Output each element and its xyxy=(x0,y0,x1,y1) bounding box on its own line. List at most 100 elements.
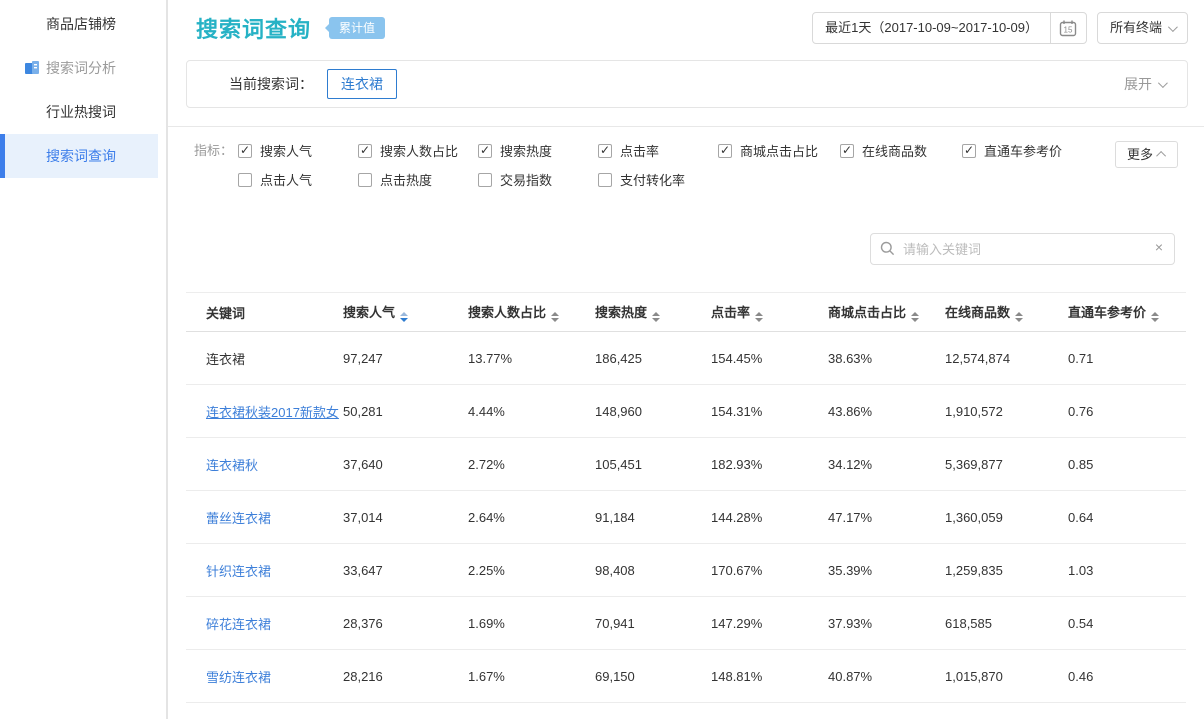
table-row: 针织连衣裙 33,647 2.25% 98,408 170.67% 35.39%… xyxy=(186,544,1186,597)
sidebar-item-search-word-analysis[interactable]: 搜索词分析 xyxy=(0,46,158,90)
checkbox-checked-icon[interactable] xyxy=(840,144,854,158)
metric-checkbox-searcher-ratio[interactable]: 搜索人数占比 xyxy=(358,141,478,160)
sidebar-item-label: 行业热搜词 xyxy=(46,104,116,120)
date-range-picker[interactable]: 最近1天（2017-10-09~2017-10-09） 15 xyxy=(812,12,1087,44)
keyword-link[interactable]: 碎花连衣裙 xyxy=(206,617,271,632)
expand-button[interactable]: 展开 xyxy=(1124,74,1165,94)
top-controls: 最近1天（2017-10-09~2017-10-09） 15 所有终端 xyxy=(812,12,1188,44)
metrics-rows: 搜索人气 搜索人数占比 搜索热度 点击率 xyxy=(238,141,1188,199)
checkbox-checked-icon[interactable] xyxy=(962,144,976,158)
sort-icon[interactable] xyxy=(400,312,408,322)
metrics-label: 指标： xyxy=(194,141,238,199)
keyword-link[interactable]: 连衣裙秋 xyxy=(206,458,258,473)
keyword-link[interactable]: 雪纺连衣裙 xyxy=(206,670,271,685)
cell-mall-click-ratio: 38.63% xyxy=(828,332,945,385)
metrics-row-1: 搜索人气 搜索人数占比 搜索热度 点击率 xyxy=(238,141,1188,160)
column-header-ztc-ref-price[interactable]: 直通车参考价 xyxy=(1068,293,1186,332)
cell-click-rate: 154.31% xyxy=(711,385,828,438)
cell-click-rate: 154.45% xyxy=(711,332,828,385)
cell-ztc-ref-price: 0.54 xyxy=(1068,597,1186,650)
column-header-search-popularity[interactable]: 搜索人气 xyxy=(343,293,468,332)
sidebar-item-search-word-query[interactable]: 搜索词查询 xyxy=(0,134,158,178)
sort-icon[interactable] xyxy=(652,312,660,322)
checkbox-checked-icon[interactable] xyxy=(238,144,252,158)
cell-ztc-ref-price: 0.85 xyxy=(1068,438,1186,491)
terminal-select[interactable]: 所有终端 xyxy=(1097,12,1188,44)
sort-icon[interactable] xyxy=(755,312,763,322)
column-header-online-products[interactable]: 在线商品数 xyxy=(945,293,1068,332)
cell-searcher-ratio: 1.67% xyxy=(468,650,595,703)
keyword-search-input[interactable] xyxy=(870,233,1175,265)
current-term-chip[interactable]: 连衣裙 xyxy=(327,69,397,99)
sidebar-item-label: 搜索词查询 xyxy=(46,148,116,164)
sort-icon[interactable] xyxy=(1015,312,1023,322)
table-header-row: 关键词 搜索人气 搜索人数占比 搜索热度 点击率 商城点击占 xyxy=(186,293,1186,332)
cell-ztc-ref-price: 1.03 xyxy=(1068,544,1186,597)
metric-checkbox-search-popularity[interactable]: 搜索人气 xyxy=(238,141,358,160)
sidebar-item-industry-hot-words[interactable]: 行业热搜词 xyxy=(0,90,158,134)
cell-online-products: 618,585 xyxy=(945,597,1068,650)
column-header-click-rate[interactable]: 点击率 xyxy=(711,293,828,332)
metric-checkbox-mall-click-ratio[interactable]: 商城点击占比 xyxy=(718,141,840,160)
sidebar-divider xyxy=(158,0,168,719)
checkbox-checked-icon[interactable] xyxy=(478,144,492,158)
calendar-icon[interactable]: 15 xyxy=(1050,13,1086,43)
cell-ztc-ref-price: 0.46 xyxy=(1068,650,1186,703)
cell-searcher-ratio: 1.69% xyxy=(468,597,595,650)
metric-checkbox-search-heat[interactable]: 搜索热度 xyxy=(478,141,598,160)
expand-label: 展开 xyxy=(1124,74,1152,94)
keyword-link[interactable]: 连衣裙秋装2017新款女 xyxy=(206,405,339,420)
sort-icon[interactable] xyxy=(911,312,919,322)
cell-mall-click-ratio: 40.87% xyxy=(828,650,945,703)
keyword-link[interactable]: 针织连衣裙 xyxy=(206,564,271,579)
cell-mall-click-ratio: 35.39% xyxy=(828,544,945,597)
checkbox-checked-icon[interactable] xyxy=(598,144,612,158)
sort-icon[interactable] xyxy=(1151,312,1159,322)
cell-mall-click-ratio: 37.93% xyxy=(828,597,945,650)
cell-online-products: 1,910,572 xyxy=(945,385,1068,438)
metric-checkbox-ztc-ref-price[interactable]: 直通车参考价 xyxy=(962,141,1082,160)
keyword-link[interactable]: 蕾丝连衣裙 xyxy=(206,511,271,526)
metric-checkbox-click-popularity[interactable]: 点击人气 xyxy=(238,170,358,189)
cell-searcher-ratio: 2.72% xyxy=(468,438,595,491)
table-row: 蕾丝连衣裙 37,014 2.64% 91,184 144.28% 47.17%… xyxy=(186,491,1186,544)
table-row: 连衣裙 97,247 13.77% 186,425 154.45% 38.63%… xyxy=(186,332,1186,385)
main-content: 搜索词查询 累计值 最近1天（2017-10-09~2017-10-09） 15 xyxy=(168,0,1204,719)
cell-search-popularity: 28,376 xyxy=(343,597,468,650)
checkbox-unchecked-icon[interactable] xyxy=(238,173,252,187)
column-header-searcher-ratio[interactable]: 搜索人数占比 xyxy=(468,293,595,332)
search-analysis-icon xyxy=(24,60,40,76)
checkbox-checked-icon[interactable] xyxy=(358,144,372,158)
clear-input-icon[interactable]: × xyxy=(1155,239,1163,255)
table-row: 碎花连衣裙 28,376 1.69% 70,941 147.29% 37.93%… xyxy=(186,597,1186,650)
checkbox-unchecked-icon[interactable] xyxy=(358,173,372,187)
metric-checkbox-click-heat[interactable]: 点击热度 xyxy=(358,170,478,189)
table-row: 连衣裙秋 37,640 2.72% 105,451 182.93% 34.12%… xyxy=(186,438,1186,491)
checkbox-unchecked-icon[interactable] xyxy=(598,173,612,187)
more-button[interactable]: 更多 xyxy=(1115,141,1178,168)
cell-searcher-ratio: 13.77% xyxy=(468,332,595,385)
metric-checkbox-click-rate[interactable]: 点击率 xyxy=(598,141,718,160)
cell-ztc-ref-price: 0.71 xyxy=(1068,332,1186,385)
column-header-search-heat[interactable]: 搜索热度 xyxy=(595,293,711,332)
cell-search-popularity: 97,247 xyxy=(343,332,468,385)
sidebar-item-product-shop-rank[interactable]: 商品店铺榜 xyxy=(0,2,158,46)
metric-checkbox-online-products[interactable]: 在线商品数 xyxy=(840,141,962,160)
checkbox-checked-icon[interactable] xyxy=(718,144,732,158)
cell-search-heat: 105,451 xyxy=(595,438,711,491)
cell-search-heat: 70,941 xyxy=(595,597,711,650)
cell-search-heat: 91,184 xyxy=(595,491,711,544)
cell-click-rate: 148.81% xyxy=(711,650,828,703)
column-header-mall-click-ratio[interactable]: 商城点击占比 xyxy=(828,293,945,332)
sidebar-item-label: 搜索词分析 xyxy=(46,60,116,76)
checkbox-unchecked-icon[interactable] xyxy=(478,173,492,187)
cell-online-products: 5,369,877 xyxy=(945,438,1068,491)
sidebar: 商品店铺榜 搜索词分析 行业热搜词 搜索词查询 xyxy=(0,0,158,719)
cell-searcher-ratio: 4.44% xyxy=(468,385,595,438)
metric-checkbox-pay-conversion[interactable]: 支付转化率 xyxy=(598,170,718,189)
sort-icon[interactable] xyxy=(551,312,559,322)
cell-searcher-ratio: 2.25% xyxy=(468,544,595,597)
search-row: × xyxy=(186,233,1188,265)
metric-checkbox-trade-index[interactable]: 交易指数 xyxy=(478,170,598,189)
terminal-select-value: 所有终端 xyxy=(1110,13,1162,43)
